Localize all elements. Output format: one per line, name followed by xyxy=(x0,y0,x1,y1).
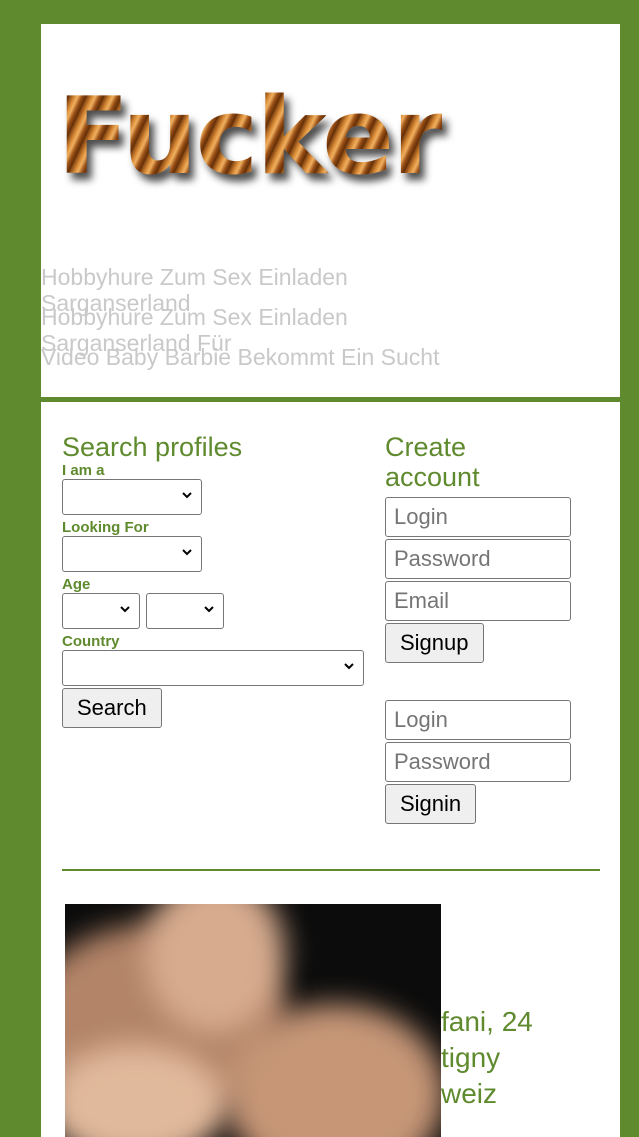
profile-info[interactable]: fani, 24 tigny weiz xyxy=(441,1004,533,1112)
age-to-select[interactable] xyxy=(146,593,224,629)
iam-label: I am a xyxy=(62,462,105,479)
chevron-down-icon xyxy=(182,492,192,499)
signin-password-input[interactable]: Password xyxy=(385,742,571,782)
chevron-down-icon xyxy=(344,663,354,670)
signin-form: Login Password Signin xyxy=(385,700,585,824)
page-container: Fucker Hobbyhure Zum Sex Einladen Sargan… xyxy=(41,24,620,1137)
age-from-select[interactable] xyxy=(62,593,140,629)
chevron-down-icon xyxy=(120,606,130,613)
chevron-down-icon xyxy=(182,549,192,556)
tagline-text: Hobbyhure Zum Sex Einladen xyxy=(41,264,348,290)
signup-form: Login Password Email Signup xyxy=(385,497,585,663)
search-profiles-panel: Search profiles I am a Looking For Age C… xyxy=(62,432,364,728)
search-button[interactable]: Search xyxy=(62,688,162,728)
chevron-down-icon xyxy=(204,606,214,613)
profile-name-age: fani, 24 xyxy=(441,1006,533,1037)
country-label: Country xyxy=(62,633,120,650)
country-select[interactable] xyxy=(62,650,364,686)
signup-password-input[interactable]: Password xyxy=(385,539,571,579)
content-divider xyxy=(62,869,600,871)
create-account-panel: Create account Login Password Email Sign… xyxy=(385,432,585,824)
iam-select[interactable] xyxy=(62,479,202,515)
age-range xyxy=(62,593,364,629)
create-account-title-line: account xyxy=(385,462,480,492)
create-account-title: Create account xyxy=(385,432,585,492)
profile-photo[interactable] xyxy=(65,904,441,1137)
looking-for-select[interactable] xyxy=(62,536,202,572)
tagline-text: Hobbyhure Zum Sex Einladen xyxy=(41,304,348,330)
age-label: Age xyxy=(62,576,91,593)
profile-city: tigny xyxy=(441,1042,501,1073)
profile-country: weiz xyxy=(441,1078,498,1109)
signup-email-input[interactable]: Email xyxy=(385,581,571,621)
signup-login-input[interactable]: Login xyxy=(385,497,571,537)
looking-for-label: Looking For xyxy=(62,519,149,536)
create-account-title-line: Create xyxy=(385,432,467,462)
search-title: Search profiles xyxy=(62,432,243,462)
site-header: Fucker Hobbyhure Zum Sex Einladen Sargan… xyxy=(41,24,620,397)
site-logo[interactable]: Fucker xyxy=(57,84,444,190)
signin-login-input[interactable]: Login xyxy=(385,700,571,740)
header-divider xyxy=(41,397,620,402)
signup-button[interactable]: Signup xyxy=(385,623,484,663)
tagline-text: Video Baby Barbie Bekommt Ein Sucht xyxy=(41,344,440,370)
signin-button[interactable]: Signin xyxy=(385,784,477,824)
